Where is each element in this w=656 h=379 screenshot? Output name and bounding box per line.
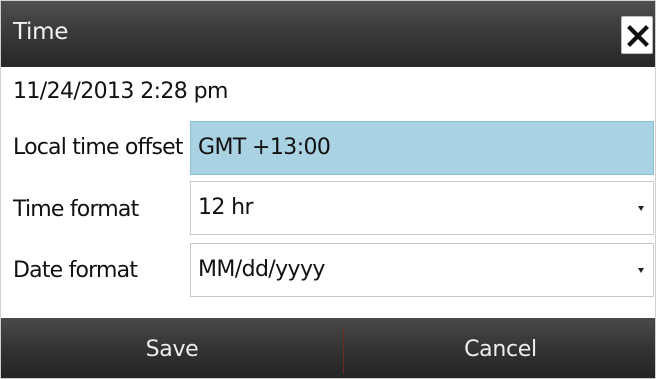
close-icon — [627, 25, 649, 47]
dialog-title: Time — [13, 19, 69, 45]
close-button[interactable] — [621, 16, 653, 54]
current-datetime: 11/24/2013 2:28 pm — [13, 79, 228, 104]
chevron-down-icon — [638, 268, 644, 273]
local-time-offset-label: Local time offset — [13, 135, 183, 160]
local-time-offset-field[interactable]: GMT +13:00 — [190, 121, 654, 175]
time-format-label: Time format — [13, 197, 139, 222]
time-format-dropdown[interactable]: 12 hr — [190, 181, 654, 235]
date-format-dropdown[interactable]: MM/dd/yyyy — [190, 243, 654, 297]
cancel-button[interactable]: Cancel — [344, 318, 655, 378]
local-time-offset-value: GMT +13:00 — [198, 135, 331, 160]
time-format-value: 12 hr — [198, 195, 254, 220]
title-bar: Time — [1, 1, 655, 67]
date-format-value: MM/dd/yyyy — [198, 257, 325, 282]
save-button[interactable]: Save — [1, 318, 343, 378]
date-format-label: Date format — [13, 258, 138, 283]
footer-bar: Save Cancel — [1, 318, 655, 378]
chevron-down-icon — [638, 206, 644, 211]
time-dialog: Time 11/24/2013 2:28 pm Local time offse… — [0, 0, 656, 379]
